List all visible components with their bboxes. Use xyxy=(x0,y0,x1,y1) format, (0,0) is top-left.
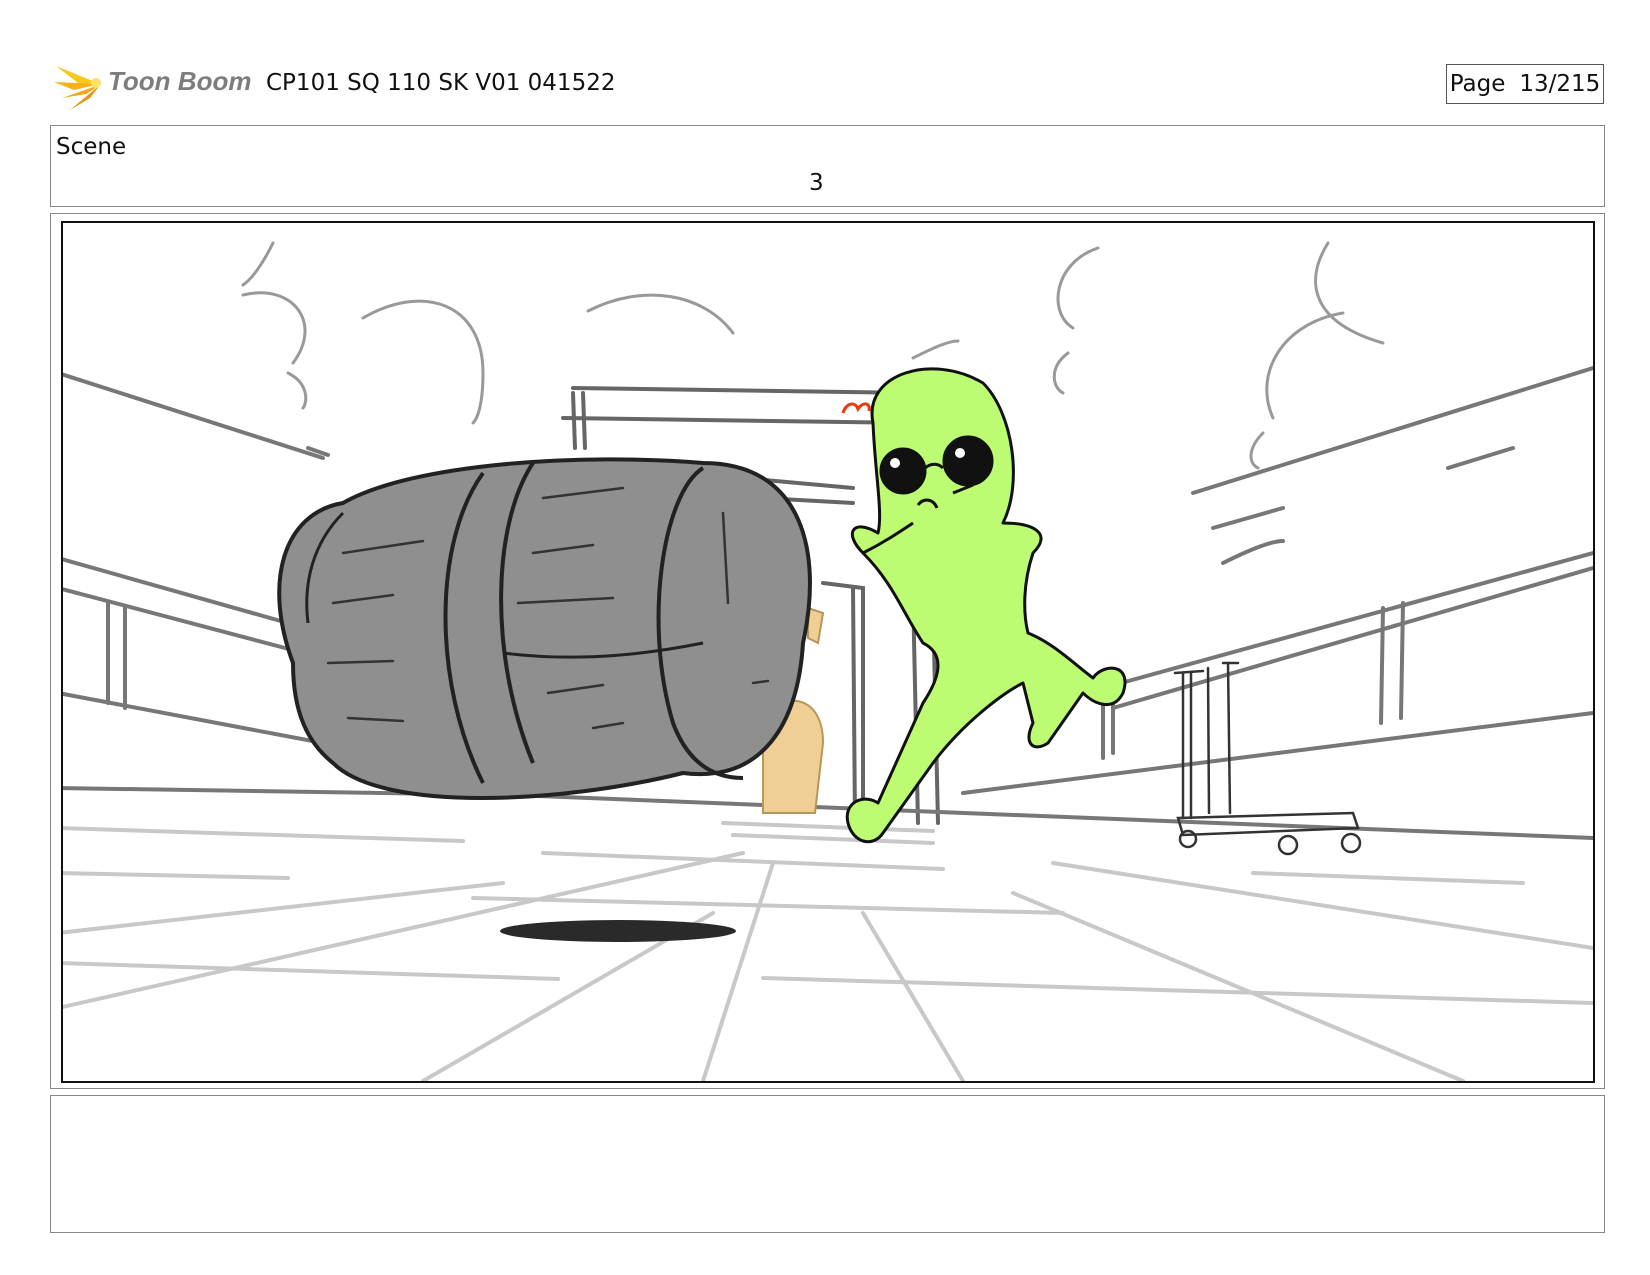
barrel-icon xyxy=(277,457,812,800)
notes-area xyxy=(50,1095,1605,1233)
page-label: Page xyxy=(1449,71,1506,97)
toon-boom-logo: Toon Boom xyxy=(52,58,252,114)
storyboard-panel xyxy=(61,221,1595,1083)
scene-label: Scene xyxy=(56,134,127,160)
scene-number: 3 xyxy=(809,170,824,196)
starburst-icon xyxy=(54,66,102,110)
clouds xyxy=(241,241,1385,470)
hair-accent xyxy=(841,402,871,414)
scene-header: Scene 3 xyxy=(50,125,1605,207)
logo-wordmark: Toon Boom xyxy=(108,66,251,96)
floor-tiles xyxy=(63,821,1593,1081)
green-character-icon xyxy=(845,367,1127,844)
barrel-shadow xyxy=(500,920,736,942)
storyboard-drawing xyxy=(63,241,1593,1081)
page-indicator: Page 13/215 xyxy=(1446,64,1604,104)
document-title: CP101 SQ 110 SK V01 041522 xyxy=(266,70,616,96)
page-number: 13/215 xyxy=(1519,71,1601,97)
